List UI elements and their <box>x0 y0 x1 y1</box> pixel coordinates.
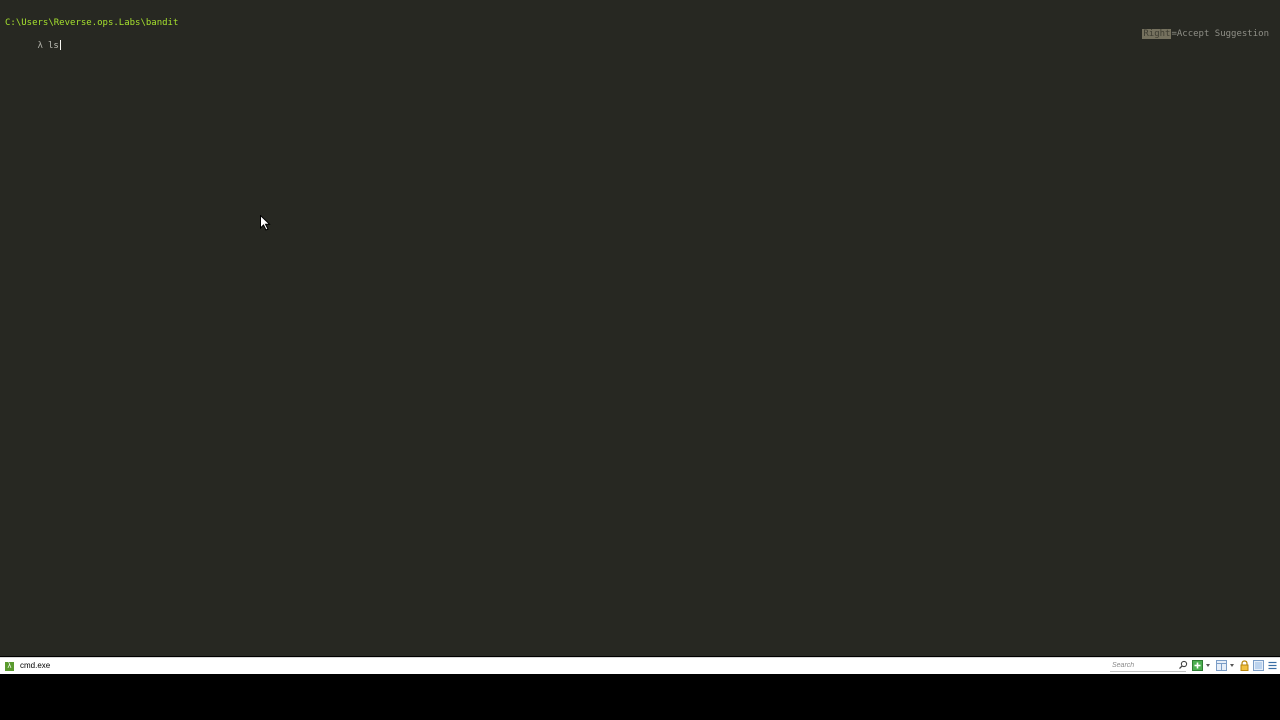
search-icon[interactable] <box>1178 660 1188 670</box>
text-caret <box>59 40 61 50</box>
mouse-pointer-icon <box>260 215 271 231</box>
terminal-console[interactable]: C:\Users\Reverse.ops.Labs\bandit λ ls Rig… <box>0 0 1280 656</box>
status-bar: λ cmd.exe <box>0 657 1280 674</box>
lock-icon[interactable] <box>1239 660 1250 671</box>
hint-key: Right <box>1142 29 1172 39</box>
tab-label: cmd.exe <box>20 661 51 670</box>
lambda-icon: λ <box>5 661 14 671</box>
current-directory: C:\Users\Reverse.ops.Labs\bandit <box>5 18 179 28</box>
split-view-icon[interactable] <box>1216 660 1227 671</box>
suggestion-hint: Right=Accept Suggestion <box>1142 29 1269 40</box>
console-tab[interactable]: λ cmd.exe <box>5 660 50 672</box>
new-console-icon[interactable] <box>1192 660 1203 671</box>
prompt-symbol: λ <box>37 41 43 51</box>
screen: C:\Users\Reverse.ops.Labs\bandit λ ls Rig… <box>0 0 1280 720</box>
screen-bottom-area <box>0 674 1280 720</box>
split-view-dropdown-icon[interactable] <box>1230 664 1234 667</box>
menu-icon[interactable] <box>1267 660 1278 671</box>
layout-icon[interactable] <box>1253 660 1264 671</box>
command-input[interactable]: ls <box>48 41 59 51</box>
search-input[interactable] <box>1110 660 1186 672</box>
hint-text: =Accept Suggestion <box>1171 29 1269 39</box>
prompt-line[interactable]: λ ls <box>5 29 61 63</box>
new-console-dropdown-icon[interactable] <box>1206 664 1210 667</box>
